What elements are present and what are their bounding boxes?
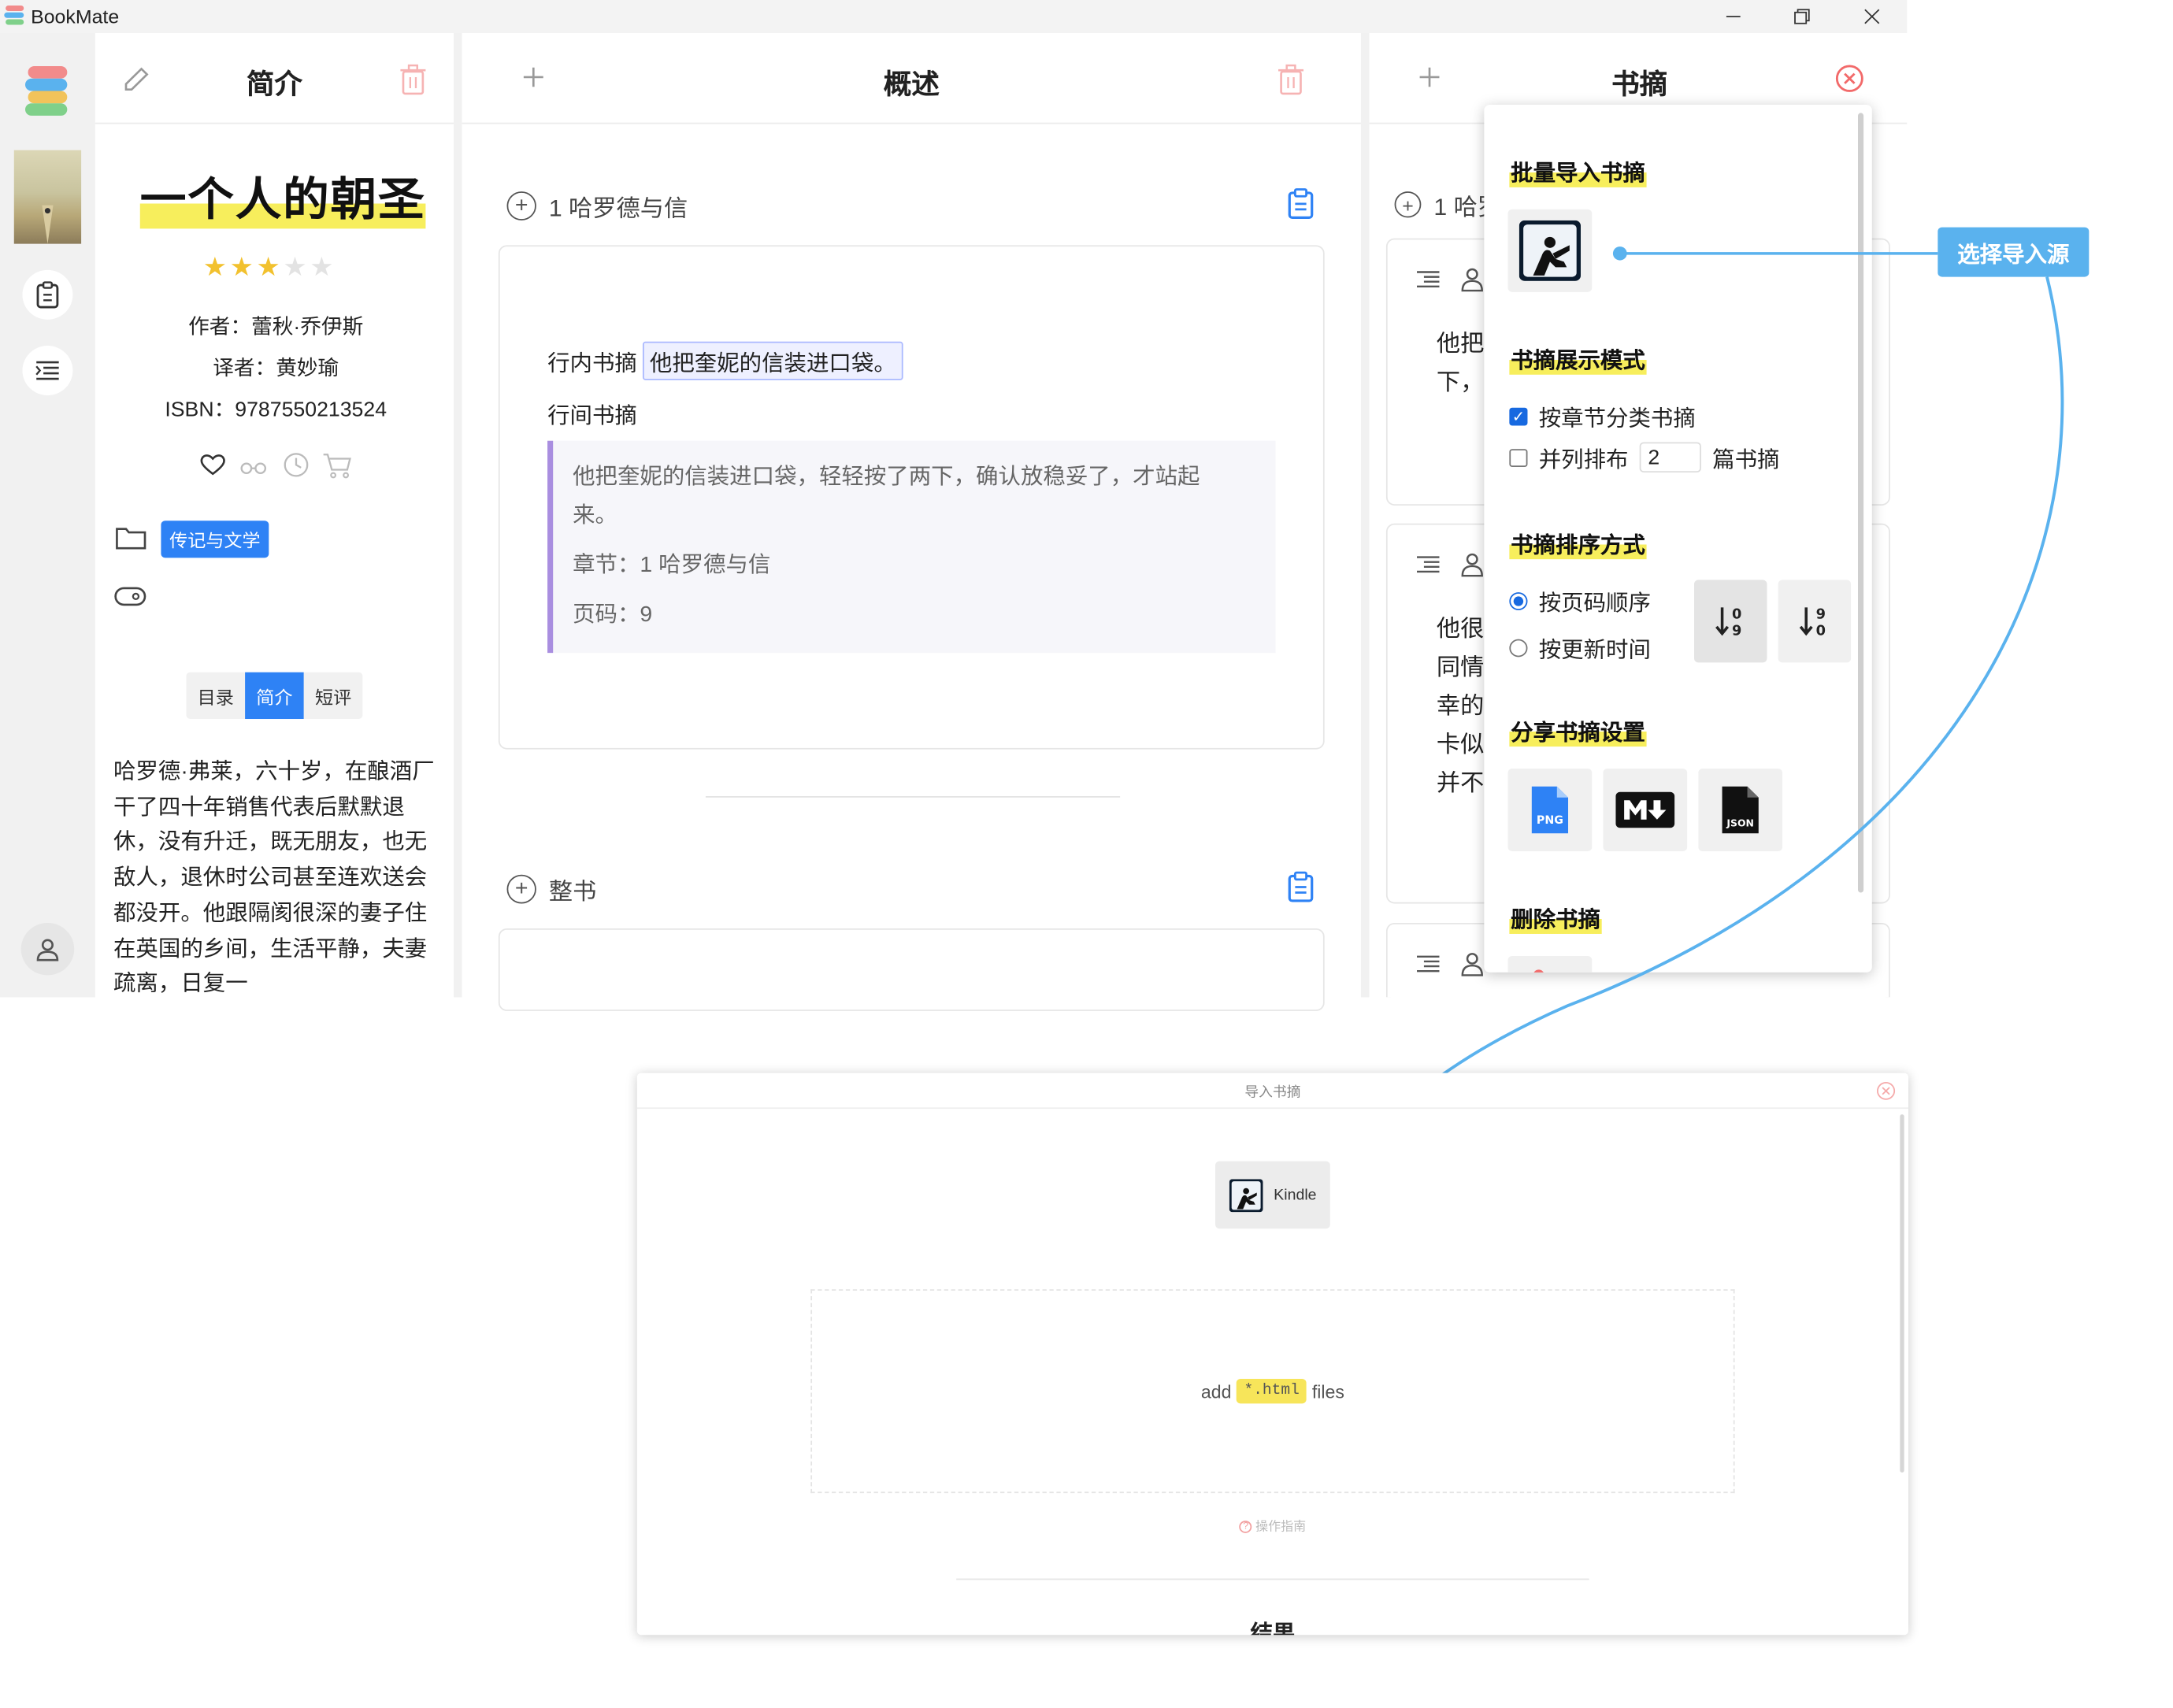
divider	[956, 1578, 1589, 1580]
kindle-source-button[interactable]: Kindle	[1215, 1161, 1330, 1229]
close-circle-icon[interactable]	[1876, 1081, 1896, 1107]
kindle-icon	[1229, 1178, 1263, 1212]
dialog-title: 导入书摘	[636, 1073, 1909, 1110]
guide-label: 操作指南	[1255, 1519, 1307, 1533]
file-drop-zone[interactable]: add *.html files	[810, 1289, 1735, 1494]
help-icon: ?	[1239, 1521, 1252, 1534]
drop-add-text: add	[1200, 1380, 1232, 1402]
result-heading: 结果	[1250, 1622, 1296, 1636]
scrollbar[interactable]	[1900, 1114, 1904, 1473]
guide-link[interactable]: ? 操作指南	[637, 1517, 1908, 1535]
drop-file-pattern: *.html	[1237, 1378, 1307, 1404]
kindle-label: Kindle	[1274, 1186, 1317, 1203]
import-dialog: 导入书摘 Kindle add *.html files ? 操作指南 结果	[636, 1073, 1909, 1636]
drop-files-text: files	[1311, 1380, 1344, 1402]
